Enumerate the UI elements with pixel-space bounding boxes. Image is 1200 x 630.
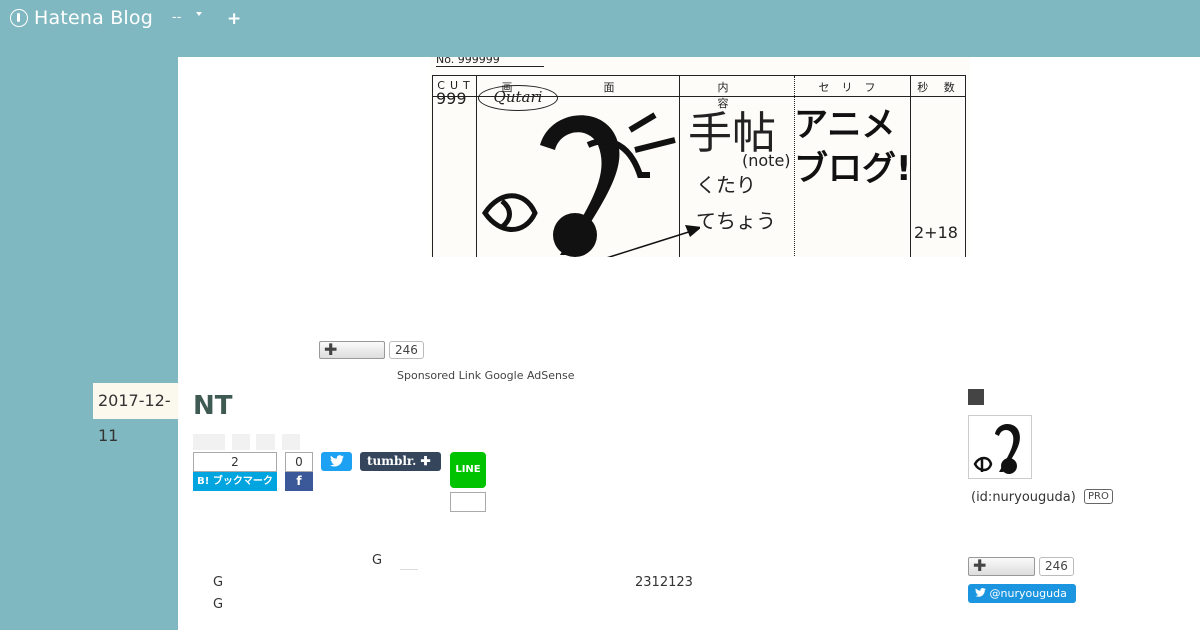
- profile-logo-icon: [973, 423, 1020, 474]
- star-count[interactable]: 246: [389, 341, 424, 359]
- twitter-follow-button[interactable]: @nuryouguda: [968, 584, 1076, 603]
- category-tag[interactable]: [256, 434, 275, 450]
- avatar[interactable]: [968, 415, 1032, 479]
- entry-text: G: [213, 575, 224, 590]
- user-id[interactable]: (id:nuryouguda): [971, 490, 1076, 505]
- facebook-icon[interactable]: f: [285, 472, 313, 491]
- entry-date[interactable]: 2017-12-: [98, 391, 171, 410]
- entry-text: 2312123: [635, 575, 693, 590]
- col-serif: セリフ: [818, 81, 888, 94]
- pro-badge: PRO: [1084, 489, 1113, 504]
- seconds-value: 2+18: [914, 223, 958, 242]
- kutari-text: くたり: [696, 173, 756, 197]
- plus-icon: ✚: [973, 556, 987, 575]
- techou-text: てちょう: [696, 209, 776, 233]
- category-tag[interactable]: [282, 434, 300, 450]
- facebook-share-widget[interactable]: 0 f: [285, 452, 313, 492]
- cut-number: 999: [436, 89, 467, 108]
- add-star-button[interactable]: ✚: [319, 340, 385, 359]
- bookmark-count[interactable]: 2: [193, 452, 277, 472]
- entry-text: G: [372, 553, 383, 568]
- tumblr-share-button[interactable]: tumblr. ✚: [360, 452, 441, 471]
- note-text: (note): [742, 151, 791, 170]
- entry-date-day[interactable]: 11: [98, 426, 118, 445]
- qutari-mark-icon: [481, 112, 700, 257]
- hatena-pen-icon: [10, 9, 28, 27]
- blog-menu-label[interactable]: --: [172, 10, 181, 25]
- line-share-button[interactable]: LINE: [450, 452, 486, 488]
- storyboard-number: No. 999999: [436, 57, 544, 67]
- hatena-bookmark-button[interactable]: B! ブックマーク: [193, 472, 277, 491]
- entry-text: G: [213, 597, 224, 612]
- hatena-bookmark-widget[interactable]: 2 B! ブックマーク: [193, 452, 277, 492]
- category-tag[interactable]: [232, 434, 250, 450]
- chevron-down-icon[interactable]: [196, 12, 202, 16]
- sidebar-star-count[interactable]: 246: [1039, 557, 1074, 576]
- category-tag[interactable]: [193, 434, 225, 450]
- sidebar-section-marker: [968, 389, 984, 405]
- blog-header-image[interactable]: No. 999999 CUT 画 面 内 容 セリフ 秒 数 999 Qutar…: [430, 57, 970, 257]
- global-header: Hatena Blog -- +: [0, 0, 1200, 40]
- brand-name: Hatena Blog: [34, 7, 153, 29]
- sponsored-link: Sponsored Link Google AdSense: [397, 369, 575, 382]
- facebook-count[interactable]: 0: [285, 452, 313, 472]
- sidebar-star-button[interactable]: ✚: [968, 556, 1035, 576]
- blog-content: No. 999999 CUT 画 面 内 容 セリフ 秒 数 999 Qutar…: [178, 57, 1200, 630]
- hatena-blog-logo[interactable]: Hatena Blog: [10, 7, 153, 29]
- line-count: [450, 492, 486, 512]
- divider: [400, 569, 418, 570]
- create-entry-plus-icon[interactable]: +: [227, 9, 241, 29]
- twitter-share-button[interactable]: [321, 452, 352, 471]
- anime-blog-text: アニメ ブログ!: [794, 105, 912, 189]
- entry-title[interactable]: NT: [193, 391, 233, 421]
- twitter-bird-icon: [975, 588, 986, 597]
- col-seconds: 秒 数: [917, 81, 961, 94]
- plus-icon: ✚: [324, 340, 338, 359]
- twitter-bird-icon: [329, 455, 344, 467]
- twitter-handle: @nuryouguda: [989, 587, 1067, 600]
